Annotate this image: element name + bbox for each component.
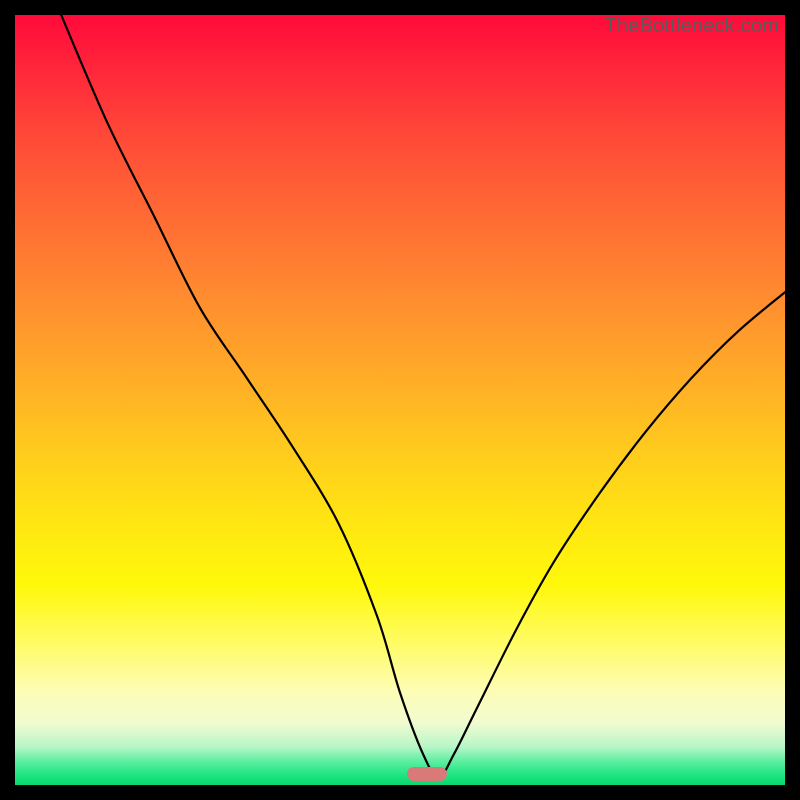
bottleneck-curve	[61, 15, 785, 777]
chart-plot-area: TheBottleneck.com	[15, 15, 785, 785]
chart-frame: TheBottleneck.com	[0, 0, 800, 800]
bottleneck-curve-svg	[15, 15, 785, 785]
optimal-marker	[407, 767, 447, 781]
